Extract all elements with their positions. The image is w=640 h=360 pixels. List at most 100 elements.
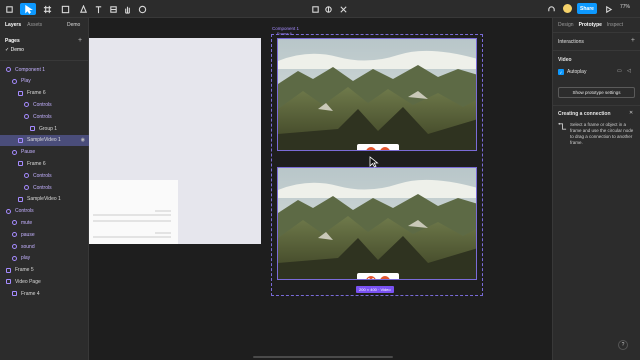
- layer-label: SampleVideo 1: [27, 137, 61, 144]
- add-interaction-icon[interactable]: +: [631, 37, 635, 44]
- share-button[interactable]: Share: [577, 3, 597, 14]
- layer-item[interactable]: Play: [0, 76, 89, 87]
- cursor-icon: [369, 156, 379, 168]
- sound-button[interactable]: ♪: [380, 147, 390, 150]
- layer-label: Video Page: [15, 278, 41, 285]
- boolean-icon[interactable]: [338, 3, 348, 15]
- layer-item[interactable]: mute: [0, 217, 89, 228]
- divider: [0, 60, 89, 61]
- connection-help-text: Select a frame or object in a frame and …: [570, 122, 634, 145]
- mountain-landscape-image: [278, 168, 476, 279]
- layer-label: Frame 6: [27, 160, 46, 167]
- video-thumbnail-pause[interactable]: ❚❚ ♪: [277, 167, 477, 280]
- layer-item[interactable]: SampleVideo 1: [0, 194, 89, 205]
- frame-icon: [18, 90, 23, 96]
- component-icon[interactable]: [310, 3, 320, 15]
- layer-item[interactable]: Controls: [0, 206, 89, 217]
- component-icon: [12, 220, 17, 226]
- layer-label: Frame 6: [27, 90, 46, 97]
- component-icon: [6, 67, 11, 72]
- layer-item[interactable]: Pause: [0, 147, 89, 158]
- move-tool-icon[interactable]: [20, 3, 36, 15]
- play-button[interactable]: ▶: [366, 147, 376, 150]
- layer-label: Pause: [21, 149, 36, 156]
- toolbar: Share 77%: [0, 0, 640, 18]
- page-label: Demo: [10, 47, 24, 53]
- avatar[interactable]: [563, 4, 572, 13]
- component-icon: [24, 102, 29, 108]
- layer-item[interactable]: Controls: [0, 182, 89, 193]
- canvas[interactable]: Component 1 Frame 6 ▶ ♪: [89, 18, 552, 360]
- component-icon: [12, 255, 17, 261]
- mountain-landscape-image: [278, 39, 476, 150]
- hand-tool-icon[interactable]: [122, 3, 132, 15]
- shape-tool-icon[interactable]: [58, 3, 72, 15]
- autoplay-checkbox[interactable]: ✓: [558, 69, 564, 75]
- layer-label: sound: [21, 243, 35, 250]
- autoplay-label: Autoplay: [567, 69, 587, 75]
- show-prototype-settings-button[interactable]: Show prototype settings: [558, 87, 635, 98]
- frame-tool-icon[interactable]: [40, 3, 54, 15]
- frame-hash-icon[interactable]: [108, 3, 118, 15]
- frame-icon: [18, 196, 23, 202]
- layer-item[interactable]: SampleVideo 1 ◉: [0, 134, 89, 146]
- main-menu-icon[interactable]: [3, 3, 15, 15]
- layer-label: Controls: [33, 113, 52, 120]
- visibility-icon[interactable]: ◉: [81, 137, 85, 143]
- tab-inspect[interactable]: Inspect: [607, 22, 623, 28]
- layer-label: mute: [21, 219, 33, 226]
- zoom-level[interactable]: 77%: [620, 4, 630, 10]
- layer-item[interactable]: Controls: [0, 99, 89, 110]
- video-section-title: Video: [558, 57, 572, 63]
- text-tool-icon[interactable]: [93, 3, 103, 15]
- mask-icon[interactable]: [323, 3, 333, 15]
- help-button[interactable]: ?: [618, 340, 628, 350]
- mute-icon[interactable]: ◁: [627, 68, 631, 74]
- connection-title: Creating a connection: [558, 111, 611, 117]
- video-thumbnail-play[interactable]: ▶ ♪: [277, 38, 477, 151]
- add-page-icon[interactable]: +: [78, 37, 82, 44]
- layer-label: pause: [21, 231, 35, 238]
- layer-item[interactable]: Frame 6: [0, 88, 89, 99]
- layer-item[interactable]: Frame 5: [0, 265, 89, 276]
- page-item-demo[interactable]: ✓ Demo: [5, 47, 24, 53]
- layer-item[interactable]: Frame 4: [0, 288, 89, 299]
- tab-prototype[interactable]: Prototype: [579, 22, 602, 28]
- placeholder-line: [155, 232, 171, 234]
- layer-item[interactable]: play: [0, 253, 89, 264]
- layer-item[interactable]: Frame 6: [0, 158, 89, 169]
- headphones-icon[interactable]: [546, 3, 556, 15]
- layer-item[interactable]: Component 1: [0, 64, 89, 75]
- present-play-icon[interactable]: [603, 3, 613, 15]
- sound-button[interactable]: ♪: [380, 276, 390, 279]
- frame-icon: [18, 161, 23, 167]
- layer-label: Frame 5: [15, 267, 34, 274]
- file-name[interactable]: Demo: [67, 22, 80, 28]
- layer-item[interactable]: sound: [0, 241, 89, 252]
- video-controls: ▶ ♪: [357, 144, 399, 150]
- placeholder-line: [93, 220, 171, 222]
- horizontal-scrollbar[interactable]: [253, 356, 393, 358]
- comment-tool-icon[interactable]: [137, 3, 147, 15]
- layer-item[interactable]: Controls: [0, 170, 89, 181]
- pause-button[interactable]: ❚❚: [366, 276, 376, 279]
- divider: [553, 50, 640, 51]
- component-icon: [24, 173, 29, 179]
- tab-layers[interactable]: Layers: [5, 22, 21, 28]
- layer-item[interactable]: Video Page: [0, 276, 89, 287]
- right-tabs: Design Prototype Inspect: [558, 22, 623, 28]
- left-tabs: Layers Assets: [5, 22, 42, 28]
- layer-item[interactable]: Controls: [0, 111, 89, 122]
- loop-icon[interactable]: ▭: [617, 68, 622, 74]
- tab-design[interactable]: Design: [558, 22, 574, 28]
- layer-item[interactable]: Group 1: [0, 123, 89, 134]
- layer-label: play: [21, 255, 31, 262]
- layer-item[interactable]: pause: [0, 229, 89, 240]
- placeholder-line: [93, 214, 171, 216]
- divider: [553, 32, 640, 33]
- placeholder-line: [155, 210, 171, 212]
- layer-label: Controls: [15, 208, 34, 215]
- tab-assets[interactable]: Assets: [27, 22, 42, 28]
- close-icon[interactable]: ✕: [629, 110, 633, 116]
- pen-tool-icon[interactable]: [76, 3, 90, 15]
